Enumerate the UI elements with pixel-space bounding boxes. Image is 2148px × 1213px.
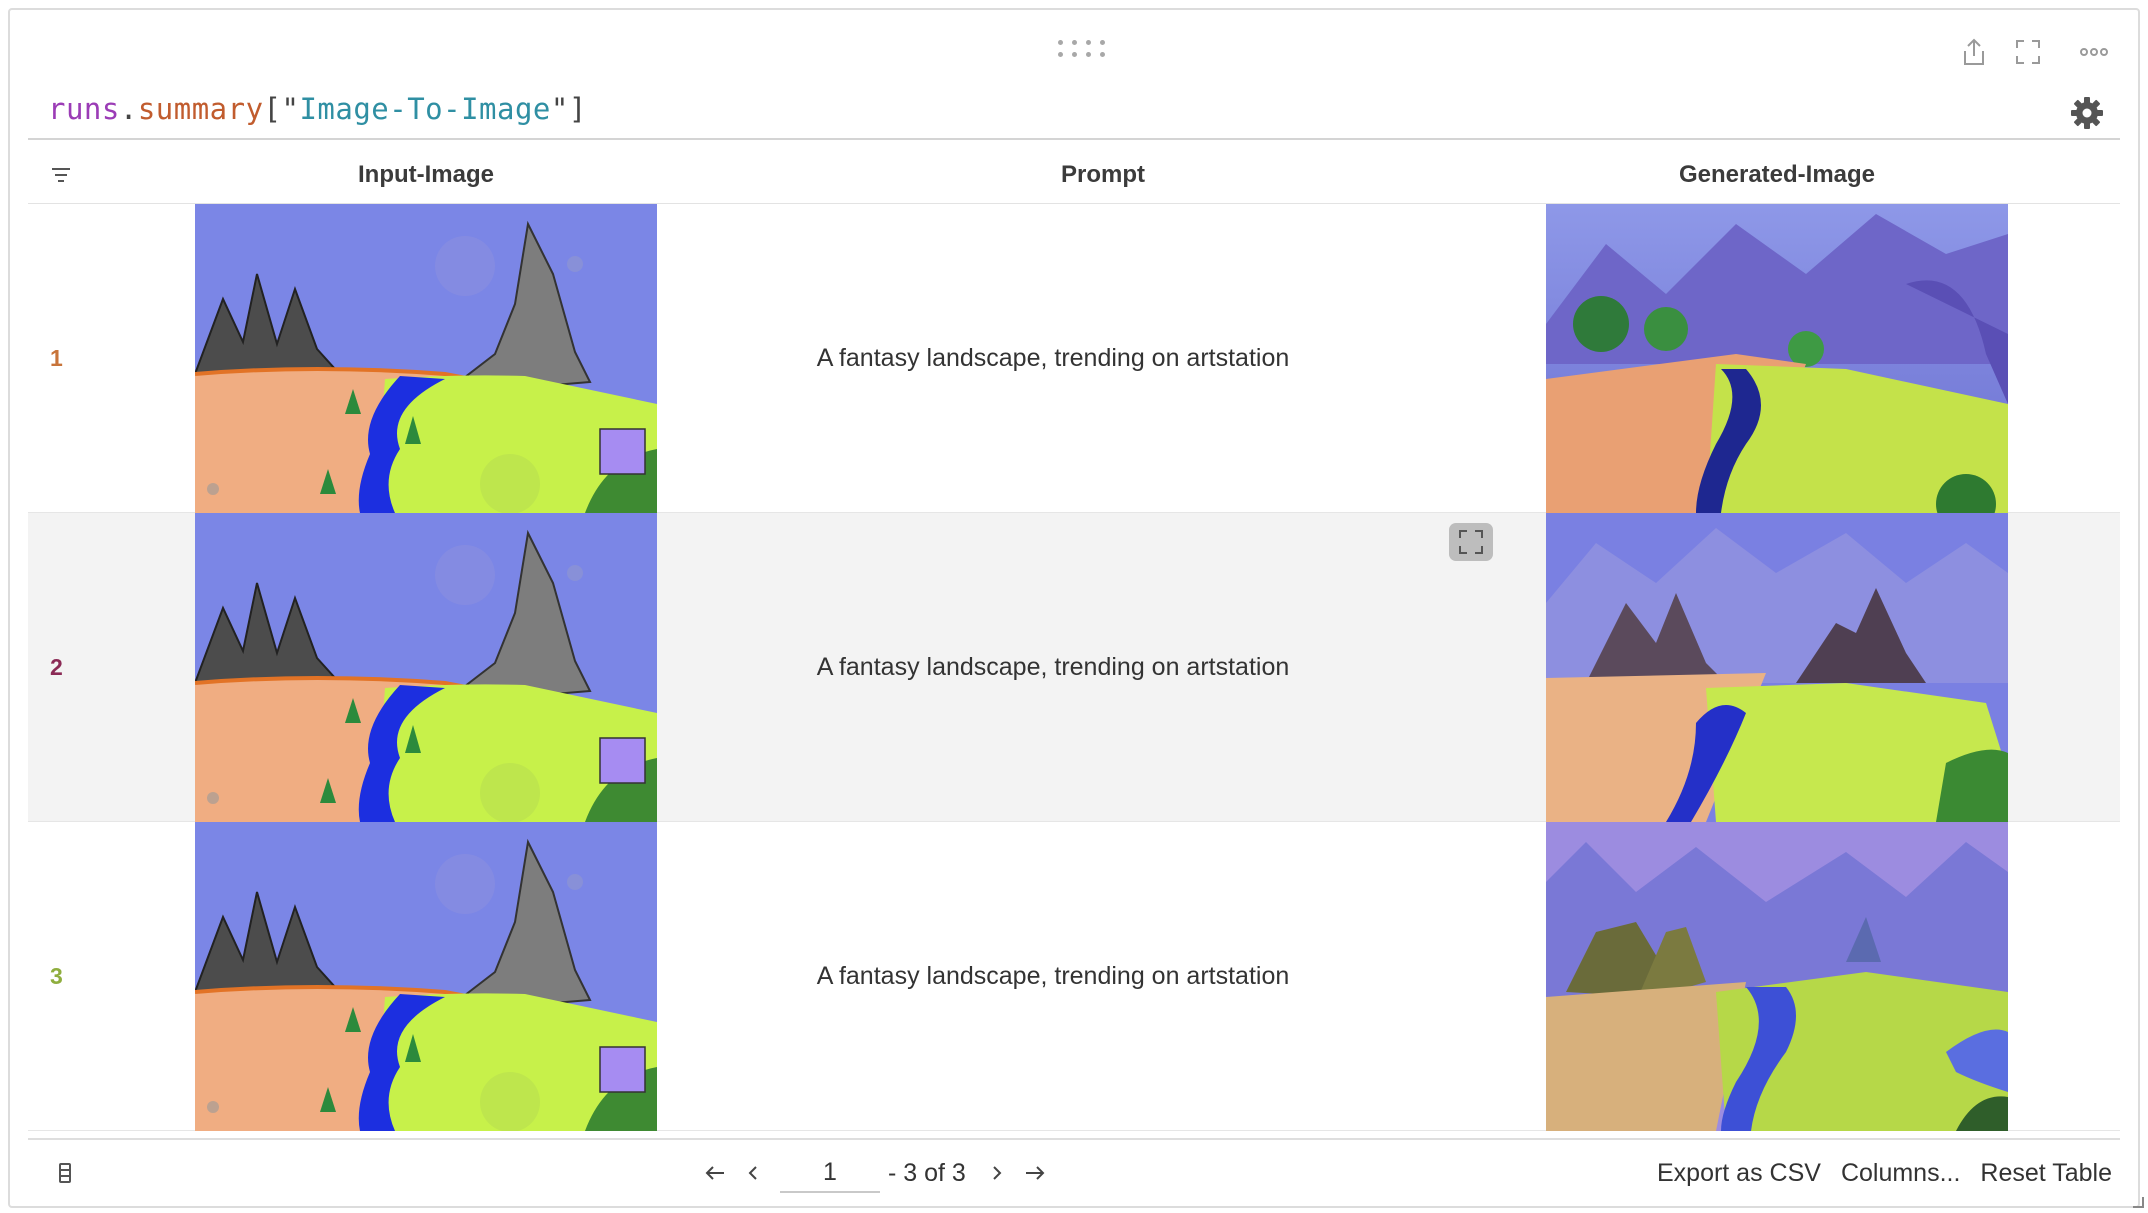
row-index: 3 bbox=[50, 963, 63, 989]
columns-icon[interactable] bbox=[58, 1148, 82, 1198]
generated-image[interactable] bbox=[1546, 822, 2008, 1131]
prev-page-icon[interactable] bbox=[734, 1153, 772, 1193]
filter-icon[interactable] bbox=[50, 166, 72, 184]
drag-handle-icon[interactable] bbox=[1058, 40, 1108, 60]
reset-table-button[interactable]: Reset Table bbox=[1980, 1159, 2112, 1188]
runs-table: Input-Image Prompt Generated-Image 1 A f… bbox=[28, 140, 2120, 1131]
column-header-input-image[interactable]: Input-Image bbox=[195, 140, 657, 204]
prompt-cell: A fantasy landscape, trending on artstat… bbox=[816, 344, 1290, 372]
expand-icon[interactable] bbox=[1449, 523, 1493, 561]
page-range-text: - 3 of 3 bbox=[888, 1158, 966, 1187]
page-number-input[interactable] bbox=[780, 1153, 880, 1193]
table-row: 2 A fantasy landscape, trending on artst… bbox=[28, 513, 2120, 822]
row-index: 2 bbox=[50, 654, 63, 680]
gear-icon[interactable] bbox=[2068, 94, 2106, 132]
expression-attribute: summary bbox=[137, 92, 264, 126]
input-image[interactable] bbox=[195, 513, 657, 822]
next-page-icon[interactable] bbox=[978, 1153, 1016, 1193]
table-header: Input-Image Prompt Generated-Image bbox=[28, 140, 2120, 204]
last-page-icon[interactable] bbox=[1016, 1153, 1054, 1193]
expression-key: Image-To-Image bbox=[299, 92, 551, 126]
expression-close-bracket: "] bbox=[550, 92, 587, 126]
generated-image[interactable] bbox=[1546, 204, 2008, 513]
footer-divider bbox=[28, 1138, 2120, 1140]
column-header-prompt[interactable]: Prompt bbox=[658, 140, 1548, 204]
table-actions: Export as CSV Columns... Reset Table bbox=[1657, 1148, 2112, 1198]
query-expression[interactable]: runs.summary["Image-To-Image"] bbox=[48, 92, 587, 126]
columns-button[interactable]: Columns... bbox=[1841, 1159, 1960, 1188]
input-image[interactable] bbox=[195, 204, 657, 513]
more-icon[interactable] bbox=[2076, 34, 2112, 70]
column-header-generated-image[interactable]: Generated-Image bbox=[1546, 140, 2008, 204]
export-csv-button[interactable]: Export as CSV bbox=[1657, 1159, 1821, 1188]
expression-open-bracket: [" bbox=[263, 92, 300, 126]
prompt-cell: A fantasy landscape, trending on artstat… bbox=[816, 653, 1290, 681]
pagination: - 3 of 3 bbox=[696, 1148, 1054, 1198]
row-index: 1 bbox=[50, 345, 63, 371]
expression-dot: . bbox=[119, 92, 138, 126]
expression-variable: runs bbox=[48, 92, 120, 126]
share-icon[interactable] bbox=[1956, 34, 1992, 70]
generated-image[interactable] bbox=[1546, 513, 2008, 822]
table-row: 1 A fantasy landscape, trending on artst… bbox=[28, 204, 2120, 513]
resize-handle-icon[interactable] bbox=[2130, 1194, 2144, 1208]
first-page-icon[interactable] bbox=[696, 1153, 734, 1193]
prompt-cell: A fantasy landscape, trending on artstat… bbox=[816, 962, 1290, 990]
fullscreen-icon[interactable] bbox=[2010, 34, 2046, 70]
input-image[interactable] bbox=[195, 822, 657, 1131]
table-row: 3 A fantasy landscape, trending on artst… bbox=[28, 822, 2120, 1131]
